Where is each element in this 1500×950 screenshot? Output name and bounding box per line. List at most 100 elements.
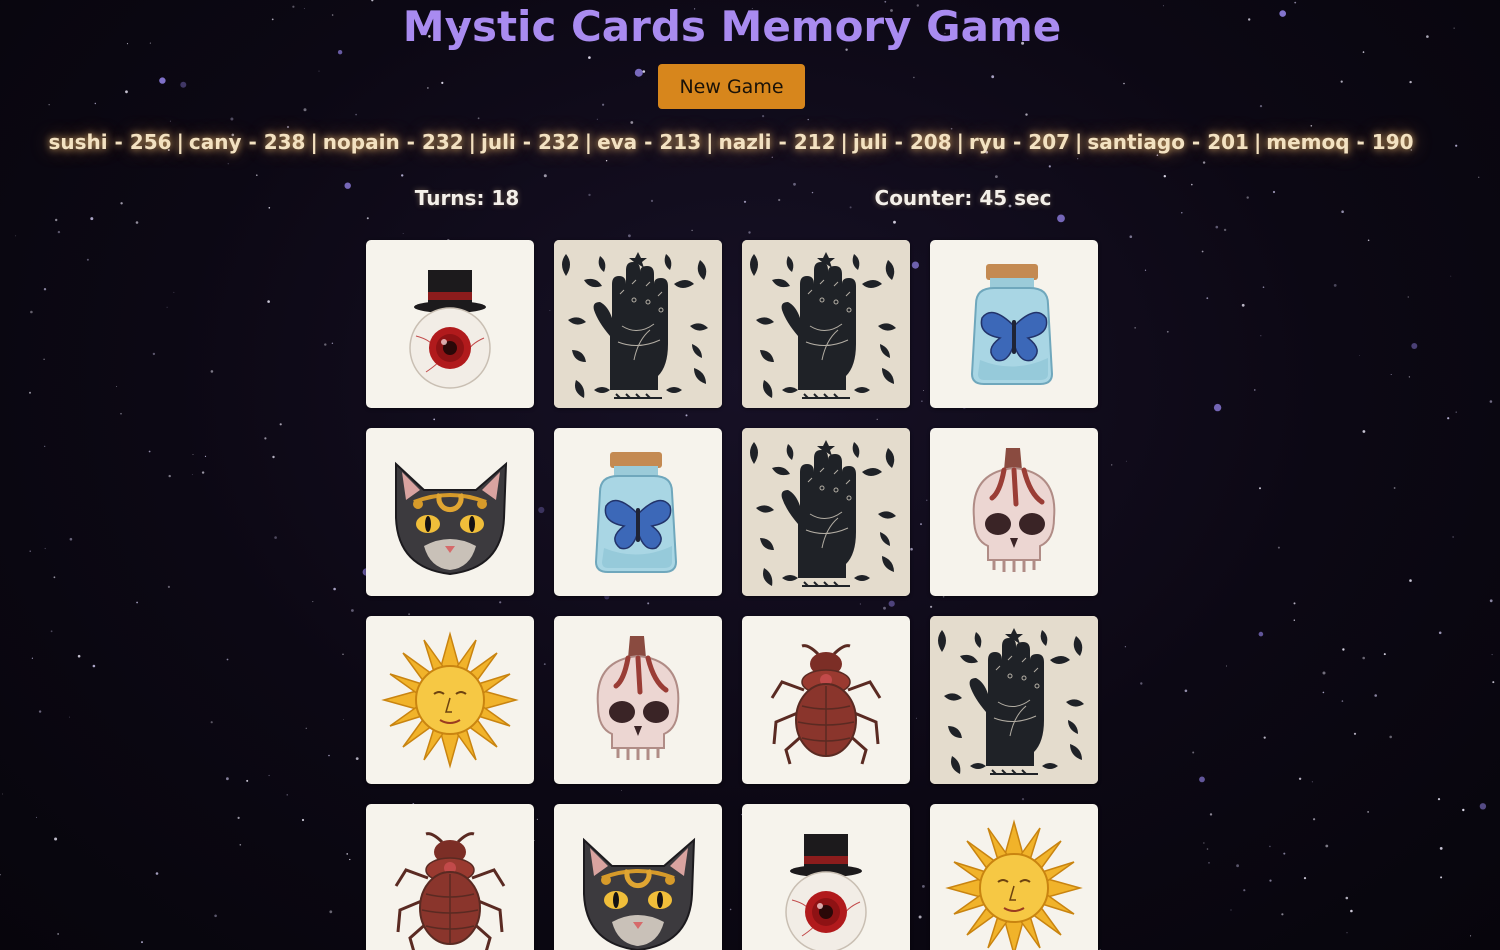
star <box>286 794 288 796</box>
leaderboard-entry: cany - 238 <box>188 130 306 154</box>
star <box>1057 214 1065 223</box>
new-game-button[interactable]: New Game <box>658 64 805 109</box>
star <box>318 70 320 72</box>
card-sun-face[interactable] <box>930 804 1098 950</box>
star <box>286 125 290 129</box>
star <box>346 853 349 855</box>
star <box>279 423 282 426</box>
star <box>588 193 591 197</box>
star <box>204 455 207 457</box>
star <box>1489 599 1493 603</box>
card-butterfly-jar[interactable] <box>554 428 722 596</box>
star <box>1258 631 1264 637</box>
star <box>30 310 33 314</box>
leaderboard-entry: eva - 213 <box>597 130 702 154</box>
star <box>1345 896 1349 900</box>
star <box>77 654 81 658</box>
card-skull-candle[interactable] <box>554 616 722 784</box>
star <box>1134 327 1136 329</box>
star <box>859 603 862 605</box>
star <box>0 874 1 876</box>
star <box>588 56 591 59</box>
star <box>1260 335 1262 337</box>
star <box>918 915 922 919</box>
star <box>331 342 334 344</box>
card-scarab-beetle[interactable] <box>742 616 910 784</box>
card-palm-hand-back[interactable] <box>742 240 910 408</box>
star <box>329 910 333 914</box>
star <box>43 288 47 291</box>
star <box>210 370 214 373</box>
star <box>1350 909 1353 913</box>
star <box>210 721 213 724</box>
star <box>55 218 58 222</box>
star <box>191 474 193 475</box>
leaderboard-entry: santiago - 201 <box>1087 130 1249 154</box>
star <box>1437 798 1441 801</box>
card-black-cat[interactable] <box>366 428 534 596</box>
card-black-cat[interactable] <box>554 804 722 950</box>
card-eye-top-hat[interactable] <box>366 240 534 408</box>
star <box>1293 619 1296 621</box>
star <box>1021 798 1025 801</box>
palm-hand-back-icon <box>930 616 1098 784</box>
card-sun-face[interactable] <box>366 616 534 784</box>
star <box>1125 460 1127 462</box>
star <box>1181 212 1183 214</box>
star <box>1243 889 1246 892</box>
star <box>1311 781 1313 783</box>
star <box>1362 656 1365 660</box>
star <box>849 206 852 209</box>
star <box>1129 235 1133 238</box>
star <box>152 352 156 356</box>
star <box>1191 183 1193 186</box>
star <box>43 358 45 360</box>
star <box>2 793 3 795</box>
star <box>1447 417 1450 420</box>
star <box>1491 654 1493 656</box>
star <box>1383 653 1386 656</box>
star <box>408 613 410 616</box>
leaderboard-separator: | <box>840 130 848 154</box>
star <box>1144 269 1147 271</box>
star <box>31 657 33 659</box>
star <box>1192 751 1195 754</box>
star <box>246 779 249 782</box>
star <box>1389 735 1392 739</box>
card-palm-hand-back[interactable] <box>742 428 910 596</box>
leaderboard-separator: | <box>956 130 964 154</box>
star <box>50 630 53 633</box>
star <box>324 343 327 346</box>
star <box>888 600 895 607</box>
star <box>148 450 151 453</box>
star <box>921 400 923 402</box>
card-palm-hand-back[interactable] <box>930 616 1098 784</box>
turns-counter: Turns: 18 <box>414 186 520 210</box>
star <box>762 115 765 118</box>
card-scarab-beetle[interactable] <box>366 804 534 950</box>
star <box>1341 700 1344 702</box>
black-cat-icon <box>583 837 696 950</box>
star <box>1346 932 1348 934</box>
star <box>1199 776 1205 783</box>
skull-candle-icon <box>972 448 1056 572</box>
card-skull-candle[interactable] <box>930 428 1098 596</box>
star <box>366 217 369 220</box>
star <box>883 606 886 610</box>
card-eye-top-hat[interactable] <box>742 804 910 950</box>
star <box>237 816 240 820</box>
star <box>1077 158 1079 160</box>
star <box>1409 579 1412 582</box>
star <box>991 75 995 79</box>
star <box>90 217 94 221</box>
star <box>1362 51 1365 53</box>
star <box>1048 165 1051 168</box>
star <box>1215 225 1219 229</box>
star <box>125 90 128 94</box>
leaderboard-separator: | <box>706 130 714 154</box>
card-butterfly-jar[interactable] <box>930 240 1098 408</box>
card-palm-hand-back[interactable] <box>554 240 722 408</box>
star <box>923 390 924 391</box>
star <box>1342 648 1345 651</box>
leaderboard-entry: sushi - 256 <box>48 130 172 154</box>
